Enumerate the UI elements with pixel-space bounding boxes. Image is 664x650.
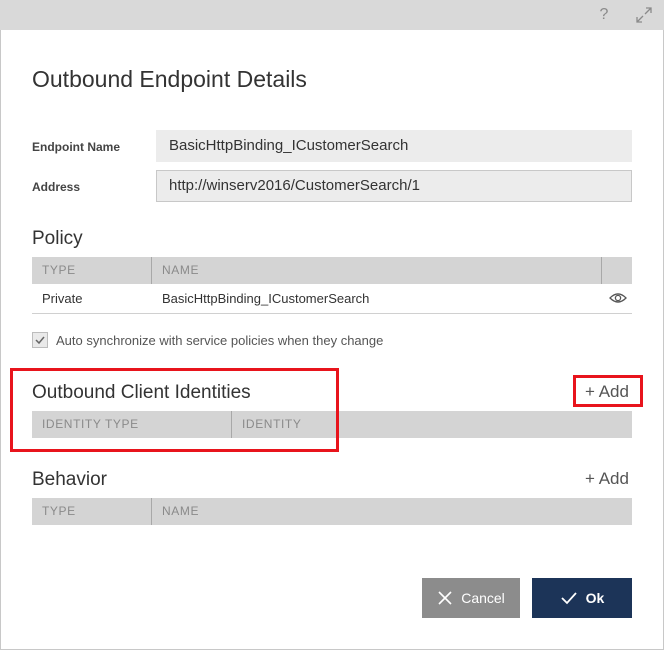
- eye-icon-glyph: [609, 293, 627, 303]
- address-label: Address: [32, 180, 81, 194]
- auto-sync-label: Auto synchronize with service policies w…: [56, 333, 384, 348]
- endpoint-name-label: Endpoint Name: [32, 140, 121, 154]
- ok-button-label: Ok: [585, 590, 605, 606]
- expand-icon[interactable]: [634, 5, 654, 25]
- identities-highlight-box: [10, 368, 339, 452]
- add-behavior-button[interactable]: + Add: [585, 469, 629, 489]
- address-field[interactable]: http://winserv2016/CustomerSearch/1: [156, 170, 632, 202]
- policy-row-divider: [32, 313, 632, 314]
- add-highlight-box: [573, 375, 643, 407]
- column-divider: [601, 257, 602, 284]
- policy-col-name[interactable]: NAME: [162, 257, 199, 284]
- checkmark-icon: [561, 592, 577, 605]
- help-icon[interactable]: ?: [594, 5, 614, 25]
- policy-row-type: Private: [42, 291, 83, 306]
- cancel-button[interactable]: Cancel: [422, 578, 520, 618]
- close-icon: [438, 591, 452, 605]
- policy-section-title: Policy: [32, 228, 83, 249]
- behavior-grid-header: TYPE NAME: [32, 498, 632, 525]
- behavior-col-type[interactable]: TYPE: [42, 498, 76, 525]
- column-divider: [151, 498, 152, 525]
- title-bar: [0, 0, 664, 30]
- expand-icon-glyph: [636, 7, 652, 23]
- checkmark-icon: [35, 336, 45, 345]
- eye-icon[interactable]: [609, 291, 627, 305]
- dialog-title: Outbound Endpoint Details: [32, 66, 307, 92]
- ok-button[interactable]: Ok: [532, 578, 632, 618]
- dialog-border-left: [0, 30, 1, 650]
- endpoint-name-field: BasicHttpBinding_ICustomerSearch: [156, 130, 632, 162]
- column-divider: [151, 257, 152, 284]
- cancel-button-label: Cancel: [461, 590, 505, 606]
- auto-sync-checkbox[interactable]: [32, 332, 48, 348]
- behavior-section-title: Behavior: [32, 469, 107, 490]
- policy-row-name: BasicHttpBinding_ICustomerSearch: [162, 291, 370, 306]
- policy-grid-header: TYPE NAME: [32, 257, 632, 284]
- behavior-col-name[interactable]: NAME: [162, 498, 199, 525]
- policy-col-type[interactable]: TYPE: [42, 257, 76, 284]
